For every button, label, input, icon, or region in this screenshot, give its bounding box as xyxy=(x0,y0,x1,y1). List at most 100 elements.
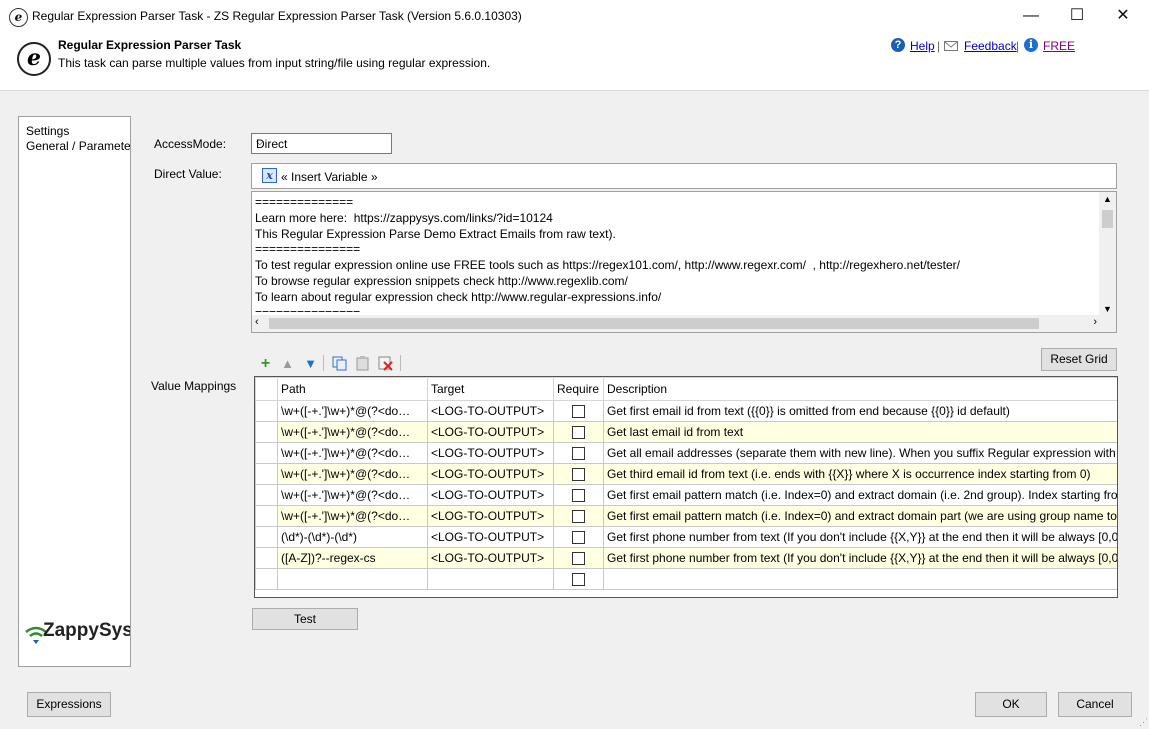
sidebar-item-settings[interactable]: Settings xyxy=(19,124,130,139)
cell-target[interactable]: <LOG-TO-OUTPUT> xyxy=(427,400,554,422)
table-row[interactable]: ([A-Z])?--regex-cs <LOG-TO-OUTPUT> Get fir… xyxy=(255,547,1117,569)
free-link[interactable]: FREE xyxy=(1043,39,1075,53)
variable-icon[interactable]: x xyxy=(262,168,277,183)
require-checkbox[interactable] xyxy=(572,405,585,419)
row-header[interactable] xyxy=(255,568,278,590)
expressions-button[interactable]: Expressions xyxy=(27,692,111,717)
info-icon[interactable]: i xyxy=(1024,38,1038,52)
grid-corner xyxy=(255,377,278,401)
table-row[interactable]: (\d*)-(\d*)-(\d*) <LOG-TO-OUTPUT> Get firs… xyxy=(255,526,1117,548)
minimize-button[interactable]: — xyxy=(1008,0,1054,32)
sidebar-item-general-parameters[interactable]: General / Parameters xyxy=(19,139,130,154)
require-checkbox[interactable] xyxy=(572,468,585,482)
feedback-link[interactable]: Feedback xyxy=(964,39,1017,53)
cell-description[interactable] xyxy=(603,568,1117,590)
row-header[interactable] xyxy=(255,547,278,569)
row-header[interactable] xyxy=(255,442,278,464)
require-checkbox[interactable] xyxy=(572,510,585,524)
cell-require xyxy=(553,442,604,464)
help-link[interactable]: Help xyxy=(910,39,935,53)
cell-target[interactable]: <LOG-TO-OUTPUT> xyxy=(427,484,554,506)
vertical-scrollbar[interactable]: ▲ ▼ xyxy=(1099,192,1116,316)
require-checkbox[interactable] xyxy=(572,531,585,545)
insert-variable-link[interactable]: « Insert Variable » xyxy=(281,170,378,184)
row-header[interactable] xyxy=(255,421,278,443)
cell-target[interactable]: <LOG-TO-OUTPUT> xyxy=(427,442,554,464)
reset-grid-button[interactable]: Reset Grid xyxy=(1041,348,1117,371)
cell-path[interactable]: (\d*)-(\d*)-(\d*) xyxy=(277,526,428,548)
help-icon[interactable]: ? xyxy=(891,38,905,52)
cell-target[interactable]: <LOG-TO-OUTPUT> xyxy=(427,547,554,569)
row-header[interactable] xyxy=(255,526,278,548)
feedback-mail-icon[interactable] xyxy=(944,41,958,51)
window-title: Regular Expression Parser Task - ZS Regu… xyxy=(32,9,522,23)
test-button[interactable]: Test xyxy=(252,608,358,630)
cell-description[interactable]: Get last email id from text xyxy=(603,421,1117,443)
row-header[interactable] xyxy=(255,484,278,506)
zappysys-logo-text: ZappySys xyxy=(43,620,131,641)
direct-value-line: To learn about regular expression check … xyxy=(255,289,662,304)
cell-path[interactable]: \w+([-+.']\w+)*@(?<do… xyxy=(277,505,428,527)
cell-require xyxy=(553,400,604,422)
row-header[interactable] xyxy=(255,400,278,422)
maximize-button[interactable]: ☐ xyxy=(1054,0,1100,32)
table-row[interactable]: \w+([-+.']\w+)*@(?<do… <LOG-TO-OUTPUT> Get… xyxy=(255,463,1117,485)
direct-value-line: =============== xyxy=(255,242,361,257)
ok-button[interactable]: OK xyxy=(975,692,1047,717)
cell-description[interactable]: Get first email pattern match (i.e. Inde… xyxy=(603,484,1117,506)
cell-description[interactable]: Get all email addresses (separate them w… xyxy=(603,442,1117,464)
row-header[interactable] xyxy=(255,505,278,527)
cell-target[interactable]: <LOG-TO-OUTPUT> xyxy=(427,463,554,485)
copy-icon[interactable] xyxy=(332,356,347,371)
require-checkbox[interactable] xyxy=(572,573,585,587)
cell-description[interactable]: Get first phone number from text (If you… xyxy=(603,547,1117,569)
cell-require xyxy=(553,484,604,506)
require-checkbox[interactable] xyxy=(572,552,585,566)
cell-require xyxy=(553,526,604,548)
resize-grip-icon[interactable]: ⋰ xyxy=(1139,717,1148,728)
cancel-button[interactable]: Cancel xyxy=(1058,692,1132,717)
access-mode-select[interactable]: Direct ⌵ xyxy=(251,133,392,154)
cell-description[interactable]: Get first phone number from text (If you… xyxy=(603,526,1117,548)
direct-value-line: ============== xyxy=(255,195,354,209)
sidebar: Settings General / Parameters ZappySys xyxy=(18,116,131,667)
table-row[interactable]: \w+([-+.']\w+)*@(?<do… <LOG-TO-OUTPUT> Get… xyxy=(255,421,1117,443)
delete-icon[interactable] xyxy=(378,356,393,371)
cell-target[interactable]: <LOG-TO-OUTPUT> xyxy=(427,505,554,527)
paste-icon[interactable] xyxy=(355,356,370,371)
cell-path[interactable]: \w+([-+.']\w+)*@(?<do… xyxy=(277,442,428,464)
horizontal-scrollbar[interactable]: ‹ › xyxy=(252,315,1100,332)
cell-require xyxy=(553,568,604,590)
cell-target[interactable] xyxy=(427,568,554,590)
require-checkbox[interactable] xyxy=(572,489,585,503)
table-row[interactable]: \w+([-+.']\w+)*@(?<do… <LOG-TO-OUTPUT> Get… xyxy=(255,400,1117,422)
cell-path[interactable] xyxy=(277,568,428,590)
column-header-require[interactable]: Require xyxy=(553,377,604,401)
cell-description[interactable]: Get first email id from text ({{0}} is o… xyxy=(603,400,1117,422)
column-header-target[interactable]: Target xyxy=(427,377,554,401)
table-row[interactable] xyxy=(255,568,1117,590)
cell-path[interactable]: \w+([-+.']\w+)*@(?<do… xyxy=(277,421,428,443)
direct-value-textarea[interactable]: ============== Learn more here: https://z… xyxy=(251,191,1117,333)
task-title: Regular Expression Parser Task xyxy=(58,38,242,52)
move-up-icon[interactable]: ▲ xyxy=(280,356,295,371)
table-row[interactable]: \w+([-+.']\w+)*@(?<do… <LOG-TO-OUTPUT> Get… xyxy=(255,505,1117,527)
cell-path[interactable]: \w+([-+.']\w+)*@(?<do… xyxy=(277,400,428,422)
row-header[interactable] xyxy=(255,463,278,485)
column-header-path[interactable]: Path xyxy=(277,377,428,401)
cell-description[interactable]: Get first email pattern match (i.e. Inde… xyxy=(603,505,1117,527)
cell-description[interactable]: Get third email id from text (i.e. ends … xyxy=(603,463,1117,485)
close-button[interactable]: ✕ xyxy=(1100,0,1146,32)
column-header-description[interactable]: Description xyxy=(603,377,1117,401)
add-row-icon[interactable]: + xyxy=(258,356,273,372)
table-row[interactable]: \w+([-+.']\w+)*@(?<do… <LOG-TO-OUTPUT> Get… xyxy=(255,442,1117,464)
table-row[interactable]: \w+([-+.']\w+)*@(?<do… <LOG-TO-OUTPUT> Get… xyxy=(255,484,1117,506)
cell-path[interactable]: ([A-Z])?--regex-cs xyxy=(277,547,428,569)
cell-path[interactable]: \w+([-+.']\w+)*@(?<do… xyxy=(277,463,428,485)
cell-path[interactable]: \w+([-+.']\w+)*@(?<do… xyxy=(277,484,428,506)
require-checkbox[interactable] xyxy=(572,447,585,461)
cell-target[interactable]: <LOG-TO-OUTPUT> xyxy=(427,421,554,443)
cell-target[interactable]: <LOG-TO-OUTPUT> xyxy=(427,526,554,548)
move-down-icon[interactable]: ▼ xyxy=(303,356,318,371)
require-checkbox[interactable] xyxy=(572,426,585,440)
